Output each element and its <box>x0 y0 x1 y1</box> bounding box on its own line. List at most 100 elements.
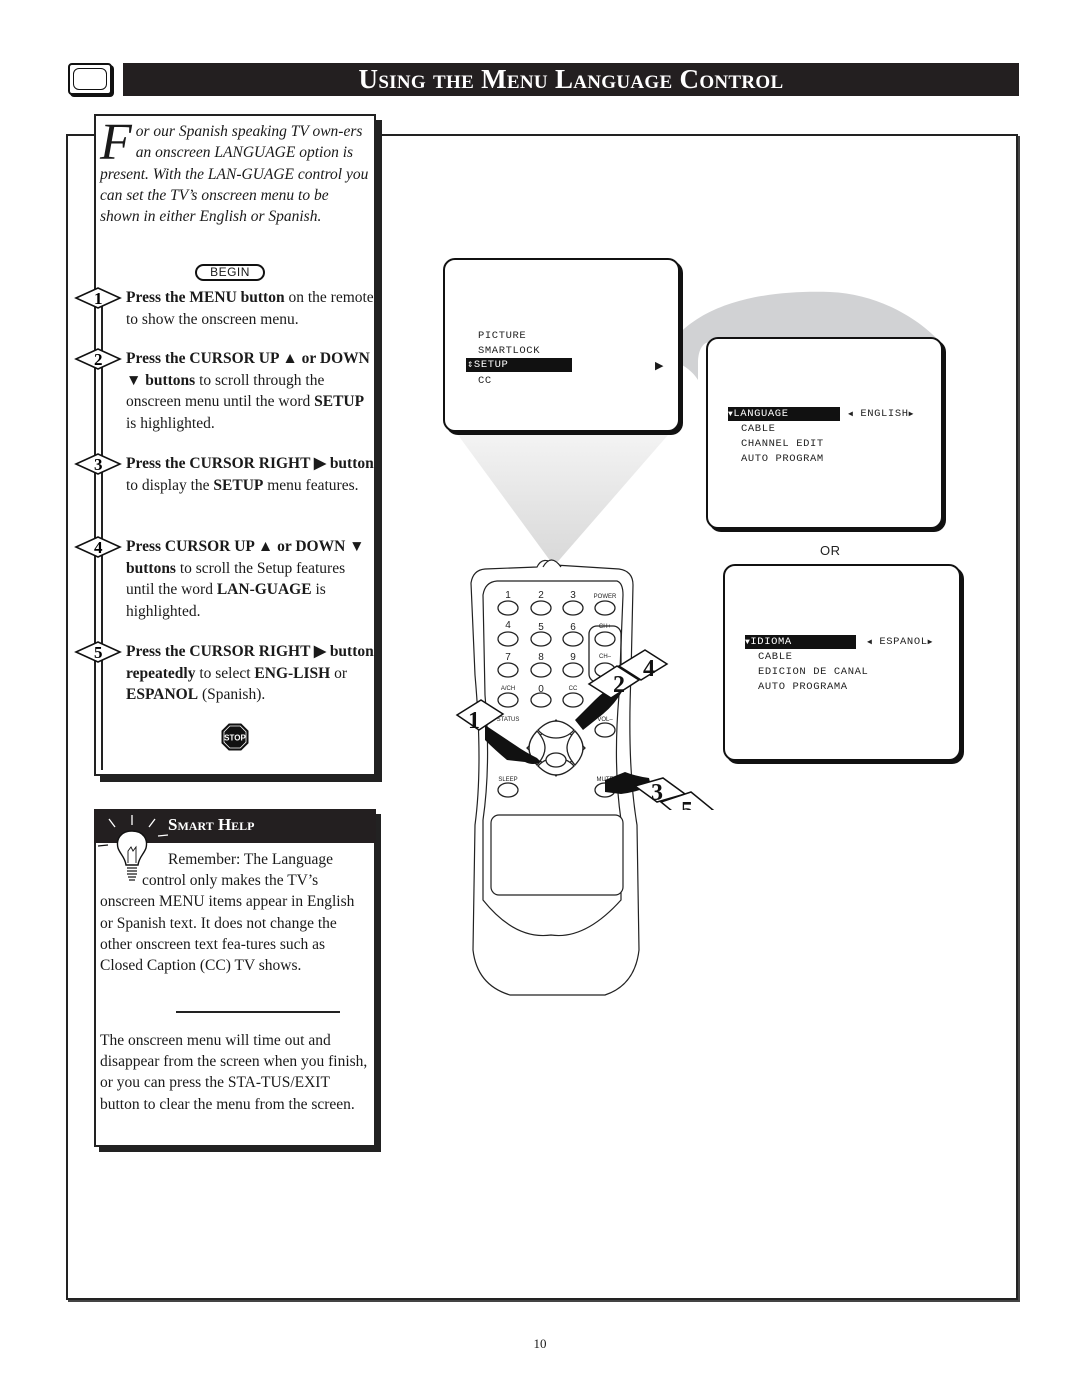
callout-number: 1 <box>468 708 480 734</box>
right-arrow-icon: ▶ <box>908 410 915 419</box>
tv-icon <box>68 63 112 95</box>
button-label: 3 <box>570 590 576 601</box>
remote-display-window <box>490 814 624 896</box>
button-label: 1 <box>505 590 511 601</box>
menu-item: EDICION DE CANAL <box>758 666 869 678</box>
menu-item: CC <box>478 375 492 387</box>
step-detail: is highlighted. <box>126 414 215 432</box>
button-label: A/CH <box>501 686 515 692</box>
step-detail: to display the <box>126 476 214 494</box>
step-3: 3 Press the CURSOR RIGHT ▶ button to dis… <box>74 453 374 496</box>
right-arrow-icon: ▶ <box>927 638 934 647</box>
drop-cap: F <box>100 114 132 171</box>
remote-button-7 <box>497 662 519 678</box>
button-label: CH+ <box>599 624 612 630</box>
remote-button-menu <box>545 752 567 768</box>
button-label: 8 <box>538 652 544 663</box>
remote-button-6 <box>562 631 584 647</box>
title-bar: Using the Menu Language Control <box>123 63 1019 96</box>
remote-button-vol-down <box>594 722 616 738</box>
button-label: CC <box>569 686 578 692</box>
step-2: 2 Press the CURSOR UP ▲ or DOWN ▼ button… <box>74 348 374 434</box>
step-number: 3 <box>94 455 103 474</box>
step-4: 4 Press CURSOR UP ▲ or DOWN ▼ buttons to… <box>74 536 374 622</box>
smart-help-title: Smart Help <box>168 815 255 834</box>
stop-label: STOP <box>224 734 246 743</box>
step-detail: menu features. <box>263 476 359 494</box>
menu-item-highlighted: ▼LANGUAGE <box>728 407 840 421</box>
tv-screen-setup-spanish: ▼IDIOMA ◀ ESPANOL▶ CABLE EDICION DE CANA… <box>723 564 961 761</box>
button-label: 4 <box>505 620 511 631</box>
menu-item: AUTO PROGRAM <box>741 453 824 465</box>
left-arrow-icon: ◀ <box>867 638 873 647</box>
remote-button-2 <box>530 600 552 616</box>
step-detail: (Spanish). <box>198 686 266 703</box>
smart-help-body: onscreen MENU items appear in English or… <box>100 893 355 975</box>
remote-button-ch-up <box>594 631 616 647</box>
button-label: SLEEP <box>498 777 517 783</box>
step-number: 2 <box>94 350 103 369</box>
callout-card-1 <box>455 699 505 731</box>
button-label: 2 <box>538 590 544 601</box>
step-action: Press the CURSOR RIGHT ▶ button <box>126 455 374 472</box>
callout-number: 2 <box>613 672 625 698</box>
step-detail: or <box>330 664 348 682</box>
page-number: 10 <box>533 1336 547 1351</box>
step-action: Press the MENU button <box>126 289 285 306</box>
page-title: Using the Menu Language Control <box>358 64 784 94</box>
remote-signal-beam <box>458 435 668 566</box>
button-label: CH– <box>599 654 612 660</box>
step-detail: to select <box>195 664 255 682</box>
menu-item: CABLE <box>758 651 793 663</box>
language-value: ◀ ENGLISH▶ <box>848 407 914 422</box>
step-number: 4 <box>94 538 103 557</box>
step-keyword: SETUP <box>314 393 365 410</box>
language-value: ◀ ESPANOL▶ <box>867 635 933 650</box>
language-value-text: ESPANOL <box>879 636 928 648</box>
button-label: 9 <box>570 652 576 663</box>
remote-button-sleep <box>497 782 519 798</box>
remote-button-0 <box>530 692 552 708</box>
button-label: POWER <box>594 594 617 600</box>
step-1: 1 Press the MENU button on the remote to… <box>74 287 374 330</box>
divider <box>176 1011 340 1013</box>
menu-item-label: IDIOMA <box>750 636 792 648</box>
begin-badge: BEGIN <box>195 264 265 281</box>
button-label: 7 <box>505 652 511 663</box>
remote-button-cc <box>562 692 584 708</box>
menu-item: SMARTLOCK <box>478 345 541 357</box>
callout-number: 4 <box>643 656 655 682</box>
remote-button-5 <box>530 631 552 647</box>
stop-sign-icon: STOP <box>221 723 249 751</box>
menu-item-highlighted: ▼IDIOMA <box>745 635 856 649</box>
remote-button-power <box>594 600 616 616</box>
callout-number: 5 <box>681 798 693 810</box>
step-5: 5 Press the CURSOR RIGHT ▶ button repeat… <box>74 641 374 706</box>
remote-buttons: 1 2 3 POWER 4 5 6 CH+ 7 8 9 CH– A/CH 0 C… <box>455 590 715 810</box>
button-label: 6 <box>570 622 576 633</box>
step-number-diamond-icon: 5 <box>74 641 122 663</box>
smart-help-line: Remember: The Language <box>168 851 333 868</box>
right-arrow-icon: ▶ <box>655 360 664 372</box>
step-number-diamond-icon: 2 <box>74 348 122 370</box>
button-label: STATUS <box>497 717 520 723</box>
remote-button-4 <box>497 631 519 647</box>
menu-item: PICTURE <box>478 330 527 342</box>
intro-text: or our Spanish speaking TV own-ers an on… <box>100 123 369 226</box>
step-number: 1 <box>94 289 103 308</box>
smart-help-line: control only makes the TV’s <box>142 872 319 890</box>
up-down-arrow-icon: ⇕ <box>467 359 474 371</box>
smart-help-text: Remember: The Language control only make… <box>100 849 370 976</box>
intro-paragraph: For our Spanish speaking TV own-ers an o… <box>100 114 372 227</box>
menu-item-label: LANGUAGE <box>733 408 789 420</box>
remote-button-3 <box>562 600 584 616</box>
remote-button-8 <box>530 662 552 678</box>
remote-button-9 <box>562 662 584 678</box>
button-label: 5 <box>538 622 544 633</box>
step-number-diamond-icon: 4 <box>74 536 122 558</box>
menu-item: CHANNEL EDIT <box>741 438 824 450</box>
menu-item: AUTO PROGRAMA <box>758 681 848 693</box>
left-arrow-icon: ◀ <box>848 410 854 419</box>
remote-button-alt-ch <box>497 692 519 708</box>
step-number-diamond-icon: 3 <box>74 453 122 475</box>
